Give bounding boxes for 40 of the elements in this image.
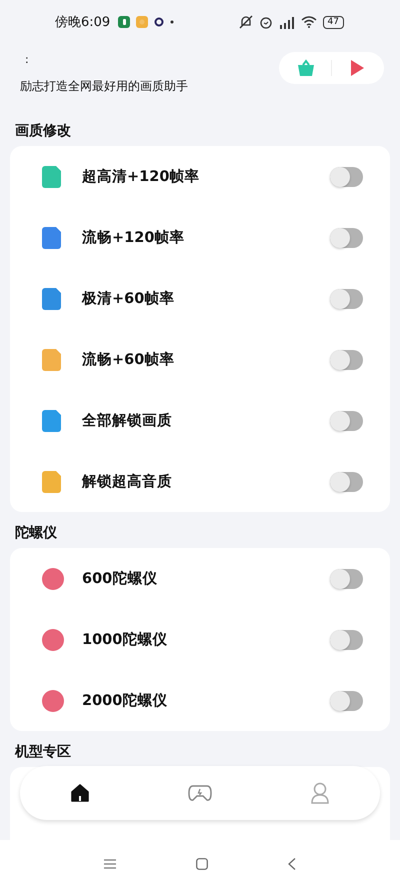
ring-icon (154, 17, 164, 27)
option-label: 流畅+60帧率 (82, 350, 174, 369)
home-icon (70, 783, 90, 803)
bell-muted-icon (238, 15, 253, 29)
option-label: 极清+60帧率 (82, 289, 174, 308)
section-title: 机型专区 (14, 743, 72, 762)
option-label: 2000陀螺仪 (82, 692, 168, 710)
toggle-switch[interactable] (330, 166, 363, 186)
app-notification-icon (118, 16, 130, 28)
toggle-switch[interactable] (330, 690, 363, 710)
gamepad-icon (188, 783, 212, 803)
basket-icon (297, 59, 315, 77)
toggle-switch[interactable] (330, 288, 363, 308)
play-icon (348, 59, 366, 77)
toggle-switch[interactable] (330, 568, 363, 588)
option-label: 流畅+120帧率 (82, 228, 184, 247)
option-label: 600陀螺仪 (82, 570, 158, 588)
header-mark: : (25, 52, 30, 68)
toggle-switch[interactable] (330, 472, 363, 492)
signal-icon (278, 16, 295, 28)
app-notification-icon (136, 16, 148, 28)
section-title: 陀螺仪 (14, 524, 58, 543)
option-label: 超高清+120帧率 (82, 167, 200, 186)
square-icon (196, 858, 208, 870)
option-label: 解锁超高音质 (82, 472, 172, 491)
status-time: 傍晚6:09 (55, 14, 110, 31)
battery-level: 47 (322, 16, 344, 28)
toggle-switch[interactable] (330, 228, 363, 248)
dot-icon (170, 20, 174, 24)
back-icon (288, 858, 296, 870)
option-label: 全部解锁画质 (82, 412, 172, 430)
subtitle: 励志打造全网最好用的画质助手 (20, 78, 189, 95)
toggle-switch[interactable] (330, 350, 363, 370)
section-title: 画质修改 (14, 122, 72, 141)
toggle-switch[interactable] (330, 630, 363, 650)
toggle-switch[interactable] (330, 410, 363, 430)
option-label: 1000陀螺仪 (82, 630, 168, 649)
user-icon (310, 782, 330, 804)
wifi-icon (300, 16, 317, 28)
menu-icon (104, 859, 116, 869)
